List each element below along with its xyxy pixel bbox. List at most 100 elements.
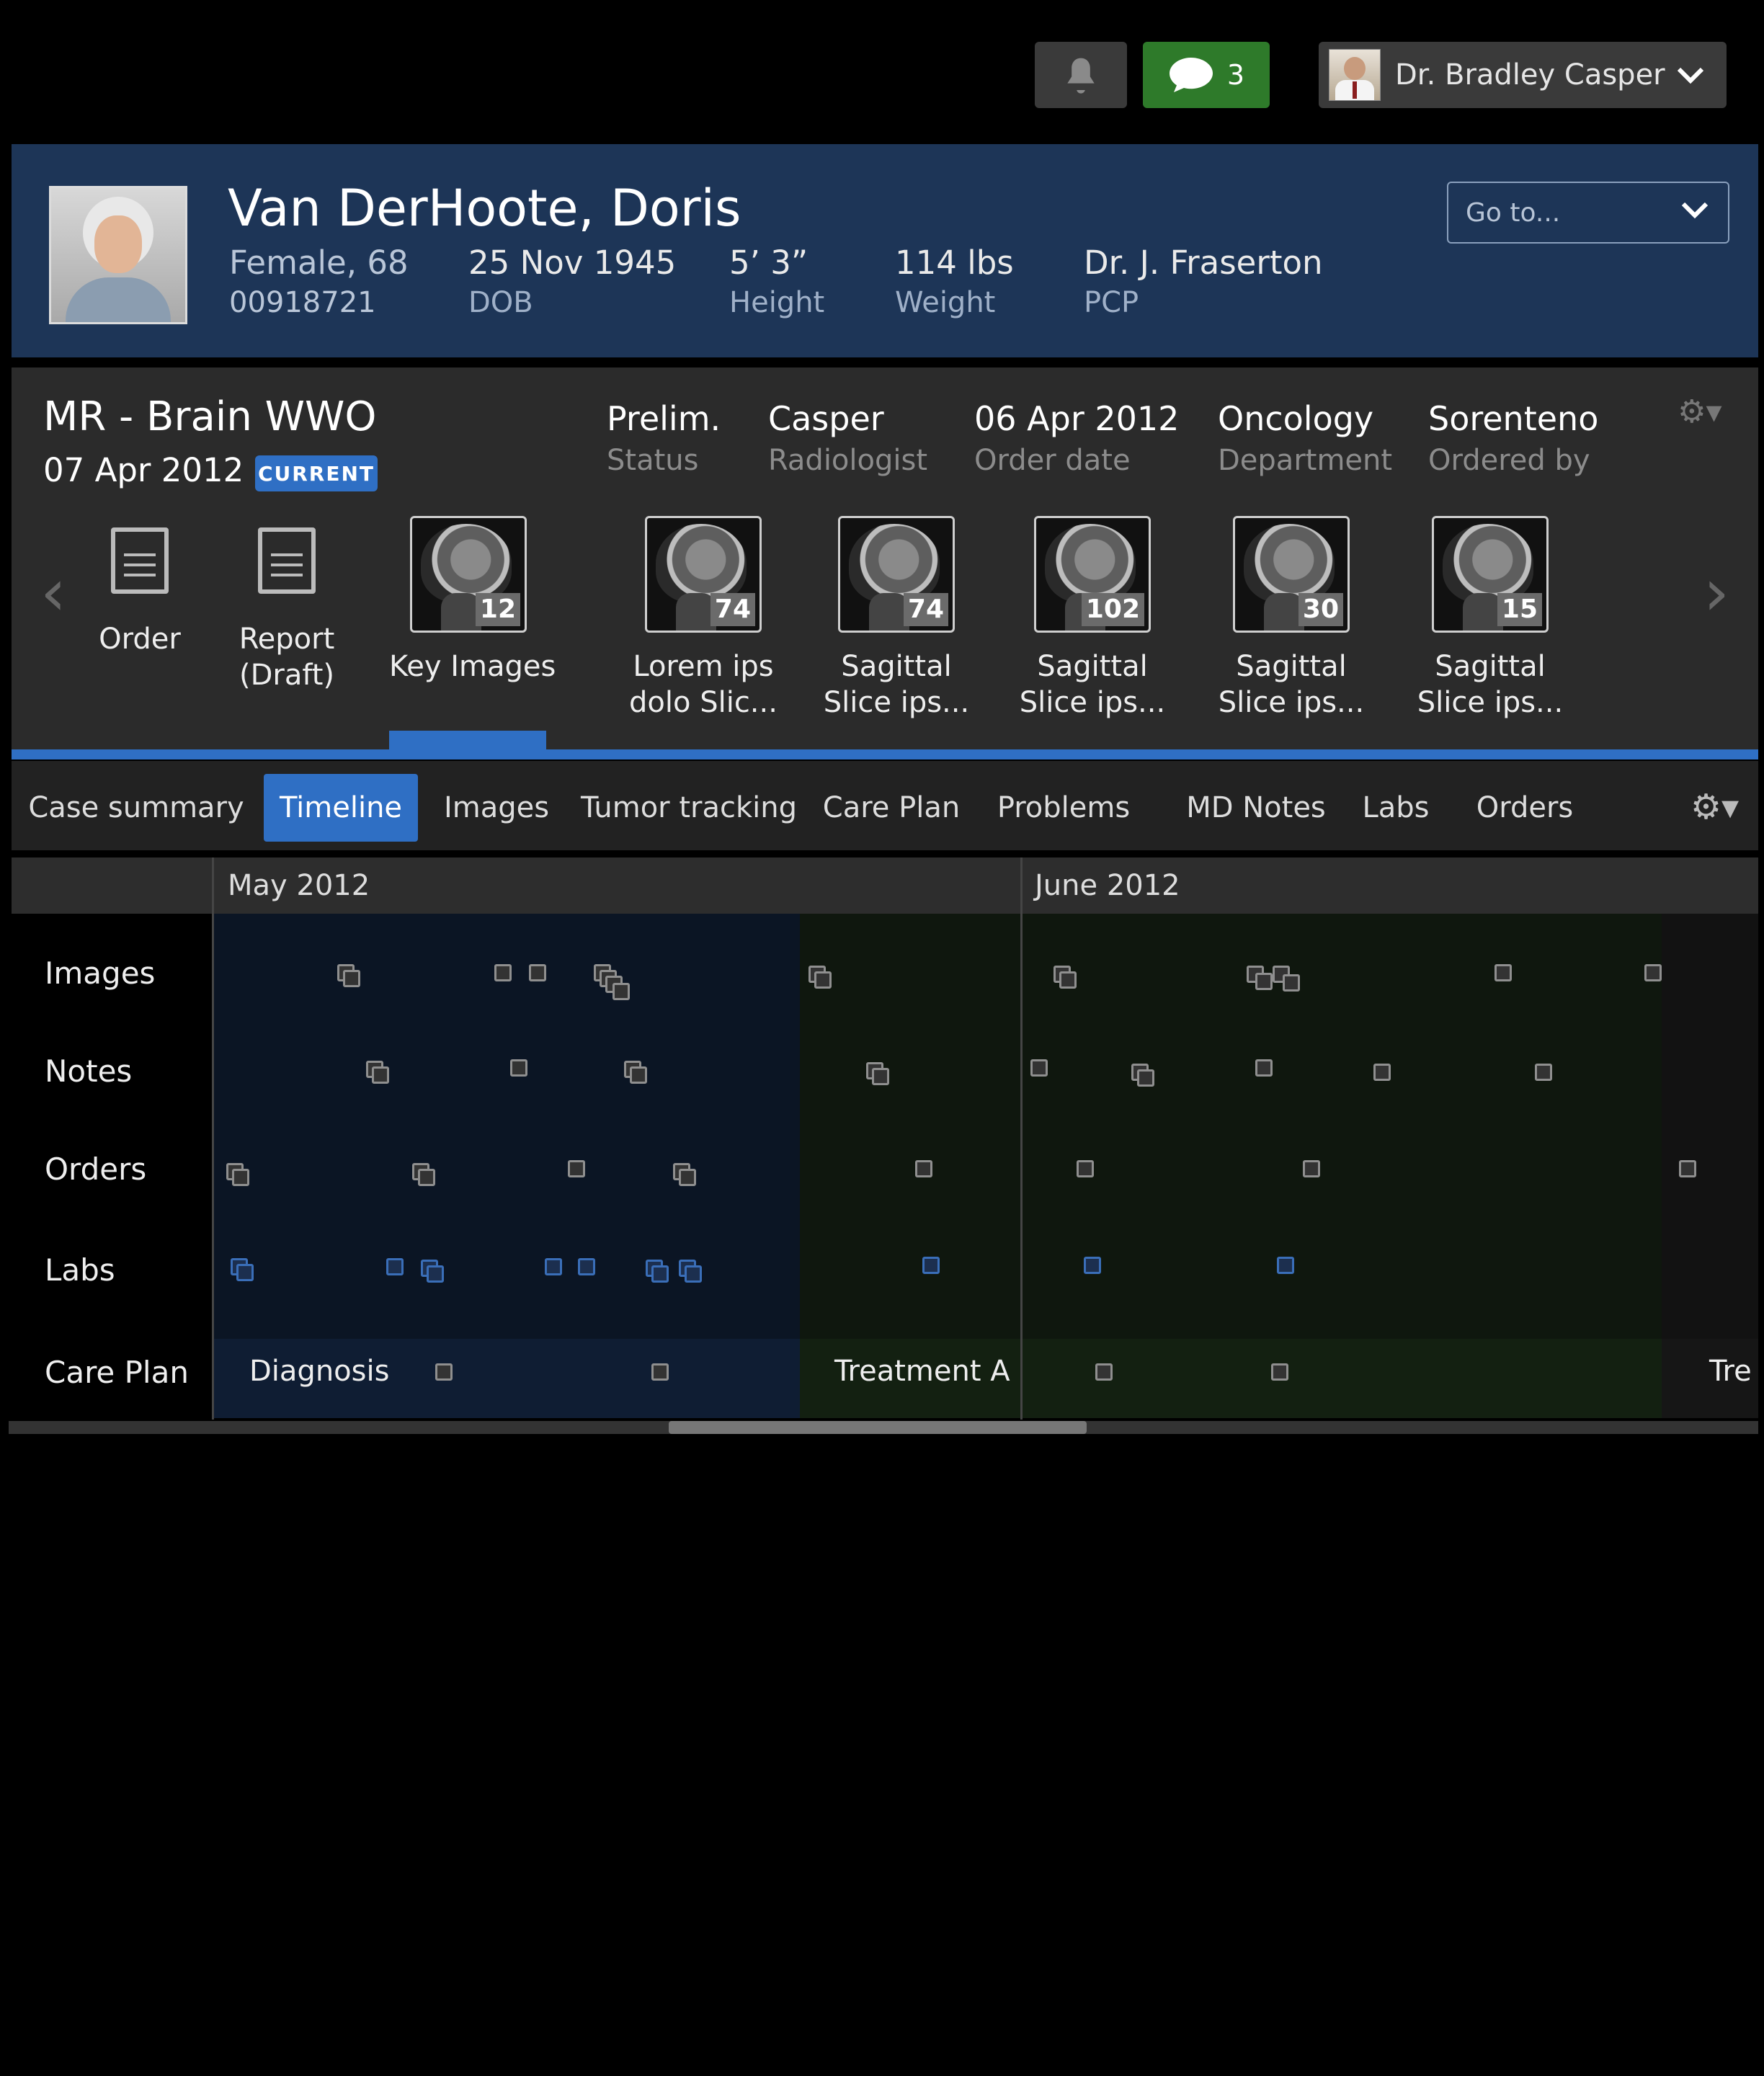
row-label-care-plan: Care Plan [45,1355,189,1390]
timeline-marker[interactable] [922,1257,940,1274]
tab-timeline[interactable]: Timeline [264,774,418,842]
tab-bar: Case summary Timeline Images Tumor track… [12,761,1758,850]
bell-icon [1067,58,1095,94]
tab-md-notes[interactable]: MD Notes [1177,774,1335,842]
series-thumb[interactable]: 74 Lorem ips dolo Slic... [624,516,783,721]
timeline-marker[interactable] [1283,974,1300,992]
tab-case-summary[interactable]: Case summary [28,774,244,842]
timeline-marker[interactable] [1303,1160,1320,1177]
tab-labs[interactable]: Labs [1356,774,1435,842]
speech-bubble-icon [1169,58,1213,92]
timeline-marker[interactable] [568,1160,585,1177]
user-menu-button[interactable]: Dr. Bradley Casper [1319,42,1727,108]
timeline-marker[interactable] [236,1264,254,1281]
study-department: Oncology Department [1218,399,1393,477]
current-badge: CURRENT [255,455,378,491]
row-label-notes: Notes [45,1053,133,1089]
study-status: Prelim. Status [607,399,721,477]
series-thumb[interactable]: 74 Sagittal Slice ips... [817,516,976,721]
timeline-marker[interactable] [1030,1059,1048,1077]
timeline-marker[interactable] [232,1169,249,1186]
scrollbar-thumb[interactable] [669,1421,1087,1434]
brain-thumbnail: 102 [1034,516,1151,633]
timeline-marker[interactable] [915,1160,932,1177]
notifications-button[interactable] [1035,42,1127,108]
timeline-marker[interactable] [814,971,832,989]
series-thumb[interactable]: 30 Sagittal Slice ips... [1212,516,1371,721]
timeline-marker[interactable] [1373,1064,1391,1081]
timeline-marker[interactable] [1255,1059,1273,1077]
selected-item-indicator [389,731,546,749]
timeline-marker[interactable] [529,964,546,981]
timeline-marker[interactable] [1255,973,1273,990]
timeline-marker[interactable] [386,1258,404,1275]
messages-count: 3 [1226,59,1245,91]
timeline-marker[interactable] [612,983,630,1000]
timeline-marker[interactable] [418,1169,435,1186]
phase-label-treatment-b: Tre [1709,1355,1752,1388]
timeline-marker[interactable] [494,964,512,981]
brain-thumbnail: 74 [838,516,955,633]
tab-images[interactable]: Images [437,774,556,842]
timeline: May 2012 June 2012 Images Notes Orders L… [12,857,1758,1421]
timeline-marker[interactable] [651,1363,669,1381]
month-label: June 2012 [1035,869,1180,902]
timeline-marker[interactable] [1277,1257,1294,1274]
timeline-marker[interactable] [679,1169,696,1186]
tab-problems[interactable]: Problems [992,774,1136,842]
series-thumb[interactable]: 102 Sagittal Slice ips... [1013,516,1172,721]
timeline-marker[interactable] [1271,1363,1288,1381]
patient-weight: 114 lbs Weight [895,244,1014,319]
brain-thumbnail: 12 [410,516,527,633]
tab-care-plan[interactable]: Care Plan [819,774,964,842]
study-title: MR - Brain WWO [43,393,377,440]
month-label: May 2012 [228,869,370,902]
timeline-marker[interactable] [1137,1069,1154,1087]
series-thumb[interactable]: 15 Sagittal Slice ips... [1411,516,1569,721]
patient-sex-age: Female, 68 00918721 [229,244,409,319]
messages-button[interactable]: 3 [1143,42,1270,108]
chevron-down-icon [1677,67,1704,84]
tab-tumor-tracking[interactable]: Tumor tracking [581,774,797,842]
timeline-marker[interactable] [372,1066,389,1084]
timeline-marker[interactable] [630,1066,647,1084]
goto-dropdown[interactable]: Go to... [1447,182,1729,244]
grid-line [212,857,214,1420]
key-images-item[interactable]: 12 Key Images [389,516,556,685]
timeline-marker[interactable] [872,1068,889,1085]
timeline-marker[interactable] [435,1363,453,1381]
user-name: Dr. Bradley Casper [1395,58,1665,92]
timeline-marker[interactable] [1084,1257,1101,1274]
timeline-marker[interactable] [427,1265,444,1283]
timeline-marker[interactable] [651,1265,669,1283]
document-icon [111,527,169,594]
timeline-marker[interactable] [343,970,360,987]
timeline-marker[interactable] [1494,964,1512,981]
row-label-labs: Labs [45,1252,115,1288]
tab-orders[interactable]: Orders [1467,774,1582,842]
timeline-marker[interactable] [1644,964,1662,981]
timeline-marker[interactable] [1095,1363,1113,1381]
phase-label-diagnosis: Diagnosis [249,1355,390,1388]
study-date: 07 Apr 2012 [43,451,244,489]
timeline-marker[interactable] [1077,1160,1094,1177]
timeline-marker[interactable] [578,1258,595,1275]
timeline-marker[interactable] [685,1265,702,1283]
divider [12,749,1758,759]
report-item[interactable]: Report (Draft) [208,516,366,693]
study-ordered-by: Sorenteno Ordered by [1428,399,1599,477]
gear-icon[interactable]: ⚙▾ [1690,787,1739,827]
order-item[interactable]: Order [61,516,219,657]
timeline-marker[interactable] [1679,1160,1696,1177]
goto-placeholder: Go to... [1466,197,1561,228]
timeline-marker[interactable] [510,1059,527,1077]
grid-line [1020,857,1023,1420]
timeline-marker[interactable] [1059,971,1077,989]
gear-icon[interactable]: ⚙▾ [1678,393,1722,430]
study-order-date: 06 Apr 2012 Order date [974,399,1180,477]
timeline-marker[interactable] [1535,1064,1552,1081]
brain-thumbnail: 74 [645,516,762,633]
next-arrow-icon[interactable]: › [1703,555,1729,631]
user-avatar [1329,49,1381,101]
timeline-marker[interactable] [545,1258,562,1275]
